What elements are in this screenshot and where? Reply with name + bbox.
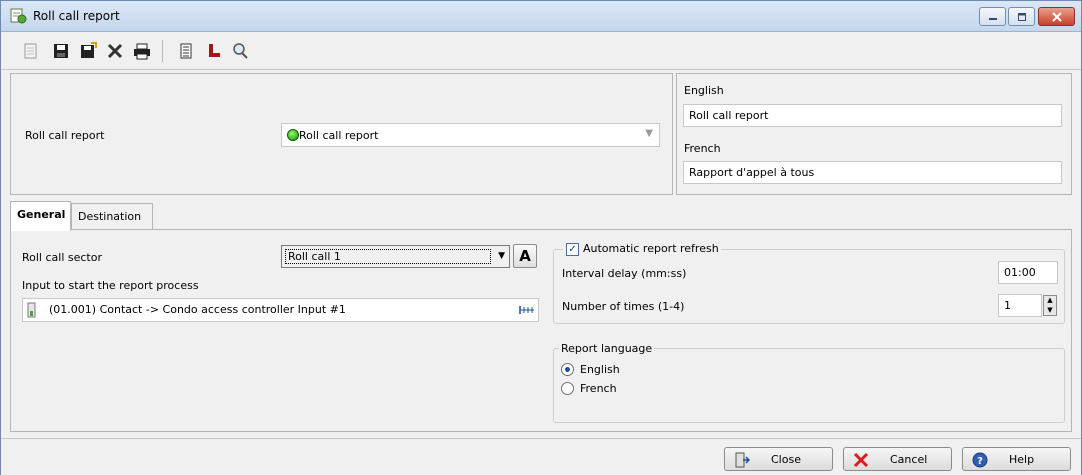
number-of-times-field[interactable]: 1	[998, 294, 1042, 317]
print-button[interactable]	[132, 41, 152, 61]
save-and-new-icon	[81, 42, 97, 58]
cancel-button-label: Cancel	[890, 453, 928, 466]
english-radio-label: English	[580, 363, 620, 376]
dialog-footer: Close Cancel ? Help	[1, 438, 1081, 475]
new-icon	[24, 43, 37, 59]
language-names-panel: English Roll call report French Rapport …	[676, 73, 1072, 195]
search-icon	[233, 43, 248, 59]
close-button[interactable]: Close	[724, 447, 833, 471]
svg-text:?: ?	[977, 456, 983, 467]
report-app-icon	[9, 7, 27, 25]
help-icon: ?	[972, 452, 988, 468]
cancel-x-icon	[853, 452, 869, 468]
minimize-button[interactable]	[979, 7, 1006, 26]
report-name-combo[interactable]: Roll call report ▼	[281, 123, 660, 147]
report-header-panel: Roll call report Roll call report ▼	[10, 73, 673, 195]
sector-label: Roll call sector	[22, 251, 102, 264]
roll-call-report-window: Roll call report Roll call report Roll c…	[0, 0, 1082, 475]
interval-delay-field[interactable]: 01:00	[998, 261, 1058, 284]
window-title: Roll call report	[33, 9, 120, 23]
number-of-times-spinner[interactable]: ▲ ▼	[1043, 295, 1057, 316]
spin-down-icon: ▼	[1047, 306, 1053, 314]
english-name-field[interactable]: Roll call report	[683, 104, 1062, 127]
close-window-button[interactable]	[1038, 7, 1075, 26]
chevron-down-icon: ▼	[645, 128, 653, 139]
chevron-down-icon: ▼	[498, 251, 505, 261]
sector-select[interactable]: Roll call 1 ▼	[281, 245, 510, 268]
french-label: French	[684, 142, 721, 155]
auto-refresh-checkbox[interactable]: ✓	[566, 243, 579, 256]
english-label: English	[684, 84, 724, 97]
list-icon	[180, 43, 192, 59]
font-button[interactable]: A	[513, 244, 537, 268]
tab-general[interactable]: General	[10, 201, 71, 231]
tab-destination[interactable]: Destination	[71, 203, 153, 230]
browse-input-button[interactable]	[519, 303, 535, 317]
maximize-icon	[1017, 12, 1026, 21]
save-and-new-button[interactable]	[78, 41, 98, 61]
report-language-group	[553, 348, 1065, 423]
report-language-title: Report language	[559, 342, 655, 355]
input-process-label: Input to start the report process	[22, 279, 199, 292]
search-button[interactable]	[230, 41, 250, 61]
interval-delay-label: Interval delay (mm:ss)	[562, 267, 687, 280]
link-button[interactable]	[204, 41, 224, 61]
status-green-icon	[287, 129, 299, 141]
print-icon	[134, 43, 150, 60]
browse-icon	[519, 306, 534, 314]
minimize-icon	[988, 17, 997, 20]
auto-refresh-header: Automatic report refresh	[563, 242, 721, 255]
report-name-combo-value: Roll call report	[299, 129, 379, 142]
save-icon	[54, 44, 68, 58]
toolbar	[1, 32, 1081, 70]
number-of-times-label: Number of times (1-4)	[562, 300, 685, 313]
general-tab-panel: Roll call sector Roll call 1 ▼ A Input t…	[10, 229, 1072, 432]
french-name-field[interactable]: Rapport d'appel à tous	[683, 161, 1062, 184]
list-button[interactable]	[176, 41, 196, 61]
exit-door-icon	[734, 452, 750, 468]
close-icon	[1051, 11, 1062, 22]
auto-refresh-label: Automatic report refresh	[583, 242, 719, 255]
input-process-value: (01.001) Contact -> Condo access control…	[49, 303, 346, 316]
title-bar: Roll call report	[1, 1, 1081, 32]
sector-select-value: Roll call 1	[285, 249, 491, 264]
help-button-label: Help	[1009, 453, 1035, 466]
spin-up-icon: ▲	[1047, 296, 1053, 304]
delete-button[interactable]	[105, 41, 125, 61]
maximize-button[interactable]	[1008, 7, 1035, 26]
help-button[interactable]: ? Help	[962, 447, 1071, 471]
french-radio-label: French	[580, 382, 617, 395]
toolbar-separator	[162, 40, 163, 62]
new-button[interactable]	[21, 41, 41, 61]
english-radio[interactable]	[561, 363, 574, 376]
input-process-field[interactable]: (01.001) Contact -> Condo access control…	[22, 298, 539, 322]
contact-input-icon	[27, 302, 39, 318]
cancel-button[interactable]: Cancel	[843, 447, 952, 471]
delete-icon	[107, 43, 123, 59]
save-button[interactable]	[51, 41, 71, 61]
close-button-label: Close	[771, 453, 801, 466]
link-icon	[209, 44, 220, 57]
report-name-label: Roll call report	[25, 129, 105, 142]
french-radio[interactable]	[561, 382, 574, 395]
